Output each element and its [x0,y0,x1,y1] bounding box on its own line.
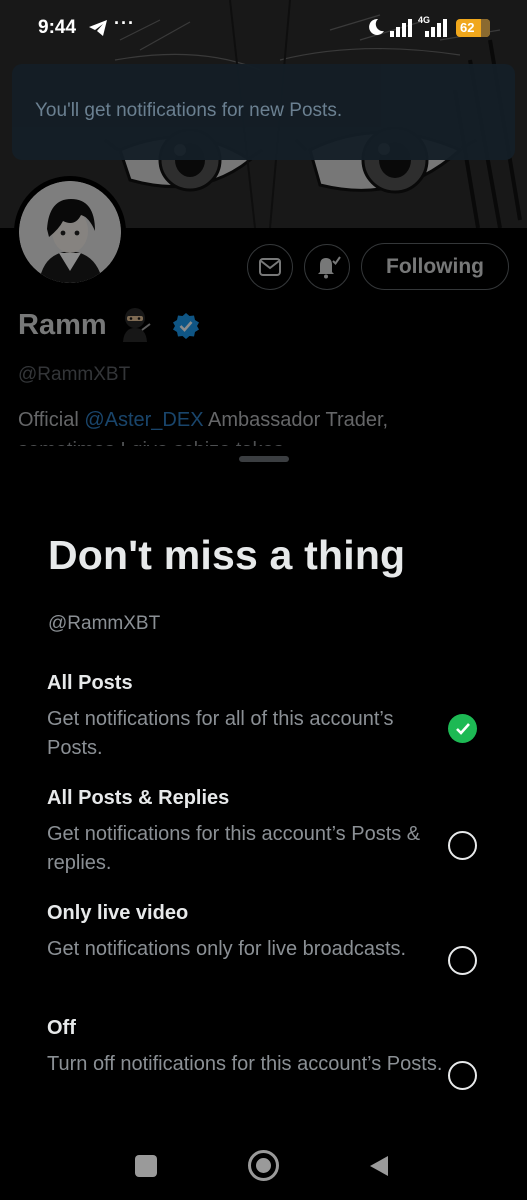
option-all-posts-replies[interactable]: All Posts & Replies Get notifications fo… [0,787,527,897]
bio-text: Ambassador Trader, [203,409,389,431]
profile-name: Ramm [18,309,107,341]
sheet-title: Don't miss a thing [48,532,406,578]
option-description: Turn off notifications for this account’… [47,1053,443,1075]
verified-badge-icon [173,313,199,339]
signal-icon [425,19,447,37]
status-time: 9:44 [38,17,77,38]
ninja-emoji [123,308,151,342]
option-title: Only live video [47,902,189,924]
battery-icon: 62 [456,19,490,37]
radio-unselected[interactable] [448,946,477,975]
option-title: All Posts [47,672,133,694]
home-circle-icon[interactable] [248,1150,279,1181]
bio-mention-link[interactable]: @Aster_DEX [84,409,203,431]
radio-unselected[interactable] [448,831,477,860]
message-button[interactable] [247,244,293,290]
system-nav-bar [0,1130,527,1200]
profile-bio: Official @Aster_DEX Ambassador Trader, [18,406,518,434]
envelope-icon [259,258,281,276]
following-button[interactable]: Following [361,243,509,290]
option-description: Get notifications for this account’s Pos… [47,823,421,874]
avatar-anime-boy-image [19,181,121,283]
status-bar: 9:44 ··· 4G 62 [0,0,527,58]
notifications-bottom-sheet: Don't miss a thing @RammXBT All Posts Ge… [0,446,527,1200]
recents-square-icon[interactable] [135,1155,157,1177]
profile-avatar[interactable] [14,176,126,288]
option-all-posts[interactable]: All Posts Get notifications for all of t… [0,672,527,782]
back-triangle-icon[interactable] [368,1154,390,1178]
battery-level: 62 [460,20,475,35]
moon-icon [369,18,384,35]
profile-handle: @RammXBT [18,364,131,385]
option-description: Get notifications for all of this accoun… [47,708,394,759]
signal-icon [390,19,412,37]
status-more-dots: ··· [114,13,135,33]
option-only-live-video[interactable]: Only live video Get notifications only f… [0,902,527,1012]
option-description: Get notifications only for live broadcas… [47,938,407,960]
notification-settings-button[interactable] [304,244,350,290]
bio-text: Official [18,409,85,431]
notification-toast: You'll get notifications for new Posts. [12,64,515,160]
radio-unselected[interactable] [448,1061,477,1090]
telegram-icon [89,20,107,36]
option-off[interactable]: Off Turn off notifications for this acco… [0,1017,527,1127]
toast-text: You'll get notifications for new Posts. [35,100,343,121]
option-title: Off [47,1017,76,1039]
bell-check-icon [318,256,341,279]
check-icon [455,722,470,735]
sheet-drag-handle[interactable] [239,456,289,462]
radio-selected[interactable] [448,714,477,743]
option-title: All Posts & Replies [47,787,230,809]
sheet-handle: @RammXBT [48,613,161,634]
